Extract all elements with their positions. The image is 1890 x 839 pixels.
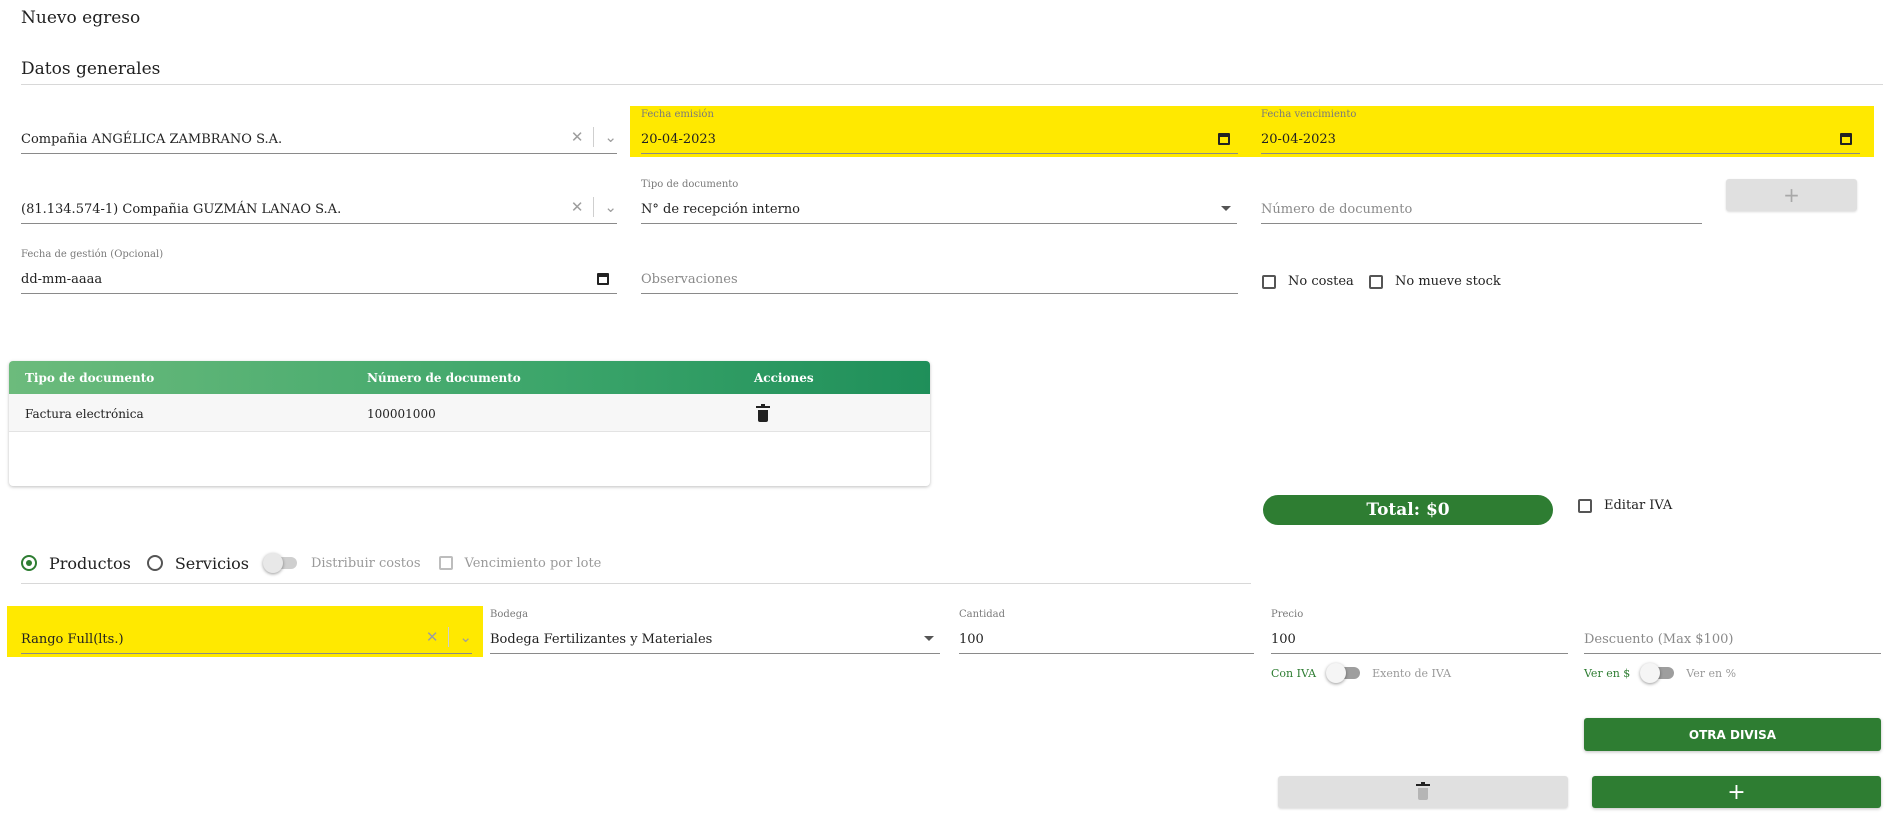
- productos-radio[interactable]: [21, 555, 37, 571]
- numero-documento-input[interactable]: Número de documento: [1261, 186, 1702, 224]
- cantidad-input[interactable]: Cantidad 100: [959, 609, 1254, 654]
- fecha-gestion-label: Fecha de gestión (Opcional): [21, 249, 164, 260]
- calendar-icon[interactable]: [1840, 133, 1852, 145]
- iva-toggle[interactable]: [1326, 663, 1362, 683]
- precio-input[interactable]: Precio 100: [1271, 609, 1568, 654]
- fecha-emision-input[interactable]: Fecha emisión 20-04-2023: [641, 109, 1238, 154]
- observaciones-input[interactable]: Observaciones: [641, 256, 1238, 294]
- ver-pesos-label: Ver en $: [1584, 666, 1631, 680]
- caret-down-icon[interactable]: [1221, 206, 1231, 211]
- checkbox-box[interactable]: [1369, 274, 1383, 289]
- tipo-documento-select[interactable]: Tipo de documento N° de recepción intern…: [641, 179, 1237, 224]
- discount-toggle[interactable]: [1640, 663, 1676, 683]
- add-document-button[interactable]: +: [1726, 179, 1857, 211]
- documents-table: Tipo de documento Número de documento Ac…: [9, 361, 930, 486]
- exento-iva-label: Exento de IVA: [1372, 666, 1452, 680]
- provider-value: (81.134.574-1) Compañia GUZMÁN LANAO S.A…: [21, 202, 342, 217]
- chevron-down-icon[interactable]: ⌄: [604, 198, 617, 216]
- total-badge: Total: $0: [1263, 495, 1553, 525]
- distribuir-costos-toggle[interactable]: [262, 553, 299, 573]
- header-tipo: Tipo de documento: [25, 371, 155, 385]
- vencimiento-lote-checkbox[interactable]: [438, 556, 453, 570]
- con-iva-label: Con IVA: [1271, 666, 1317, 680]
- discount-toggle-row: Ver en $ Ver en %: [1584, 663, 1736, 683]
- cantidad-value: 100: [959, 632, 984, 647]
- fecha-gestion-value: dd-mm-aaaa: [21, 272, 103, 287]
- servicios-radio[interactable]: [146, 555, 163, 571]
- checkbox-box[interactable]: [1578, 498, 1592, 513]
- observaciones-placeholder: Observaciones: [641, 272, 738, 287]
- no-costea-label: No costea: [1288, 274, 1354, 289]
- plus-icon: +: [1727, 779, 1746, 805]
- fecha-gestion-input[interactable]: Fecha de gestión (Opcional) dd-mm-aaaa: [21, 249, 617, 294]
- descuento-input[interactable]: Descuento (Max $100): [1584, 616, 1881, 654]
- cantidad-label: Cantidad: [959, 609, 1006, 620]
- tipo-documento-label: Tipo de documento: [641, 179, 739, 190]
- separator: [448, 627, 450, 647]
- precio-label: Precio: [1271, 609, 1304, 620]
- productos-label: Productos: [49, 553, 131, 573]
- chevron-down-icon[interactable]: ⌄: [459, 628, 472, 646]
- numero-documento-placeholder: Número de documento: [1261, 202, 1413, 217]
- company-select[interactable]: Compañia ANGÉLICA ZAMBRANO S.A. ✕ ⌄: [21, 116, 617, 154]
- descuento-placeholder: Descuento (Max $100): [1584, 632, 1734, 647]
- clear-icon[interactable]: ✕: [571, 128, 584, 146]
- toggle-thumb: [262, 553, 283, 573]
- section-title: Datos generales: [21, 59, 161, 79]
- trash-icon[interactable]: [756, 404, 770, 422]
- toggle-thumb: [1640, 663, 1661, 683]
- delete-line-button[interactable]: [1278, 776, 1568, 808]
- editar-iva-label: Editar IVA: [1604, 498, 1673, 513]
- table-header: Tipo de documento Número de documento Ac…: [9, 361, 930, 394]
- table-row: Factura electrónica 100001000: [9, 394, 930, 432]
- editar-iva-checkbox[interactable]: Editar IVA: [1578, 498, 1672, 513]
- trash-icon: [1416, 782, 1430, 800]
- otra-divisa-button[interactable]: OTRA DIVISA: [1584, 718, 1881, 751]
- no-costea-checkbox[interactable]: No costea: [1262, 274, 1354, 289]
- bodega-label: Bodega: [490, 609, 529, 620]
- separator: [593, 197, 595, 217]
- vencimiento-lote-label: Vencimiento por lote: [464, 555, 602, 571]
- add-line-button[interactable]: +: [1592, 776, 1881, 808]
- otra-divisa-label: OTRA DIVISA: [1688, 727, 1777, 742]
- page-title: Nuevo egreso: [21, 8, 141, 28]
- item-type-divider: [21, 583, 1251, 584]
- section-divider: [21, 84, 1883, 85]
- calendar-icon[interactable]: [1218, 133, 1230, 145]
- calendar-icon[interactable]: [597, 273, 609, 285]
- no-mueve-stock-label: No mueve stock: [1395, 274, 1501, 289]
- plus-icon: +: [1783, 183, 1800, 207]
- header-numero: Número de documento: [367, 371, 521, 385]
- company-value: Compañia ANGÉLICA ZAMBRANO S.A.: [21, 132, 283, 147]
- fecha-vencimiento-input[interactable]: Fecha vencimiento 20-04-2023: [1261, 109, 1860, 154]
- fecha-emision-label: Fecha emisión: [641, 109, 714, 120]
- tipo-documento-value: N° de recepción interno: [641, 202, 800, 217]
- servicios-label: Servicios: [174, 553, 249, 573]
- provider-select[interactable]: (81.134.574-1) Compañia GUZMÁN LANAO S.A…: [21, 186, 617, 224]
- cell-tipo: Factura electrónica: [25, 407, 144, 421]
- chevron-down-icon[interactable]: ⌄: [604, 128, 617, 146]
- product-value: Rango Full(lts.): [21, 632, 124, 647]
- clear-icon[interactable]: ✕: [571, 198, 584, 216]
- distribuir-costos-label: Distribuir costos: [310, 555, 421, 571]
- fecha-vencimiento-label: Fecha vencimiento: [1261, 109, 1357, 120]
- product-select[interactable]: Rango Full(lts.) ✕ ⌄: [21, 616, 472, 654]
- clear-icon[interactable]: ✕: [426, 628, 439, 646]
- caret-down-icon[interactable]: [924, 636, 934, 641]
- ver-pct-label: Ver en %: [1686, 666, 1737, 680]
- fecha-emision-value: 20-04-2023: [641, 132, 716, 147]
- checkbox-box[interactable]: [1262, 274, 1276, 289]
- bodega-value: Bodega Fertilizantes y Materiales: [490, 632, 713, 647]
- bodega-select[interactable]: Bodega Bodega Fertilizantes y Materiales: [490, 609, 940, 654]
- precio-value: 100: [1271, 632, 1296, 647]
- cell-numero: 100001000: [367, 407, 436, 421]
- header-acciones: Acciones: [754, 371, 814, 385]
- fecha-vencimiento-value: 20-04-2023: [1261, 132, 1336, 147]
- item-type-row: Productos Servicios Distribuir costos Ve…: [21, 553, 601, 573]
- toggle-thumb: [1326, 663, 1347, 683]
- no-mueve-stock-checkbox[interactable]: No mueve stock: [1369, 274, 1501, 289]
- separator: [593, 127, 595, 147]
- iva-toggle-row: Con IVA Exento de IVA: [1271, 663, 1451, 683]
